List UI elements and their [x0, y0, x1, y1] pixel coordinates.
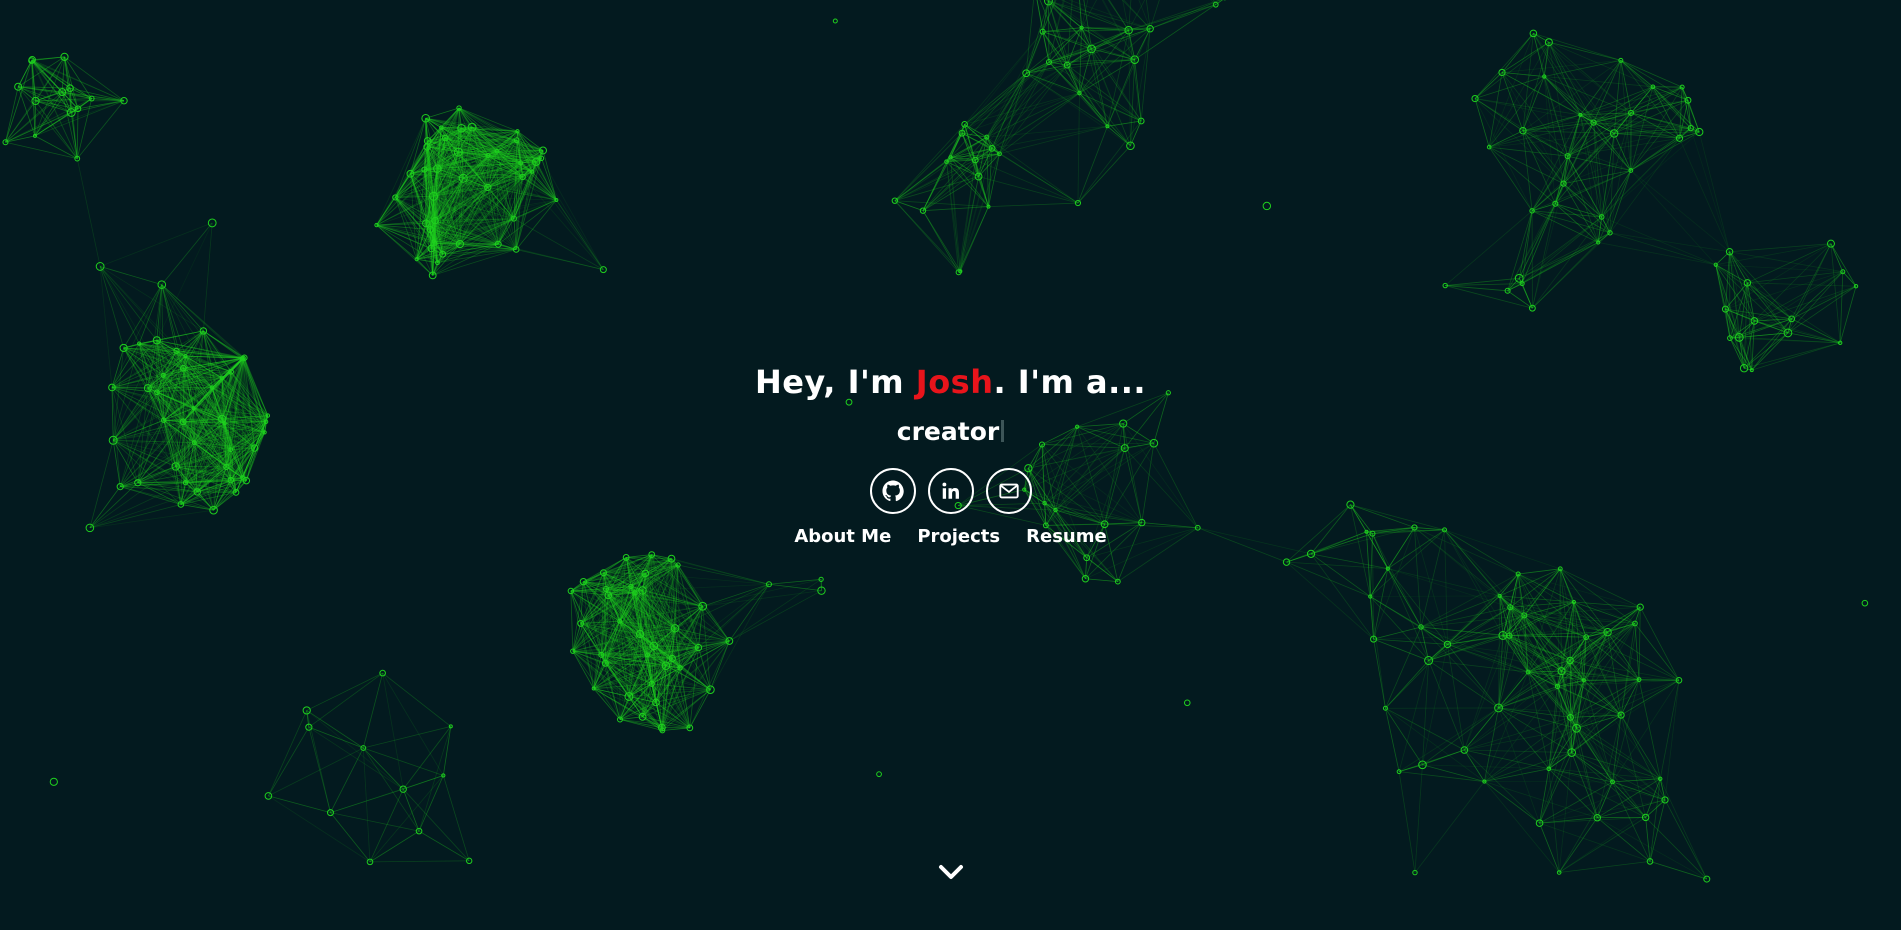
typed-role: creator [0, 412, 1901, 452]
nav-resume[interactable]: Resume [1026, 526, 1107, 547]
github-button[interactable] [869, 468, 916, 514]
social-links [0, 468, 1901, 514]
hero-nav: About Me Projects Resume [0, 526, 1901, 547]
email-button[interactable] [985, 468, 1032, 514]
nav-projects[interactable]: Projects [917, 526, 1000, 547]
linkedin-icon [941, 482, 959, 499]
greeting-text: Hey, I'm [754, 363, 916, 401]
mail-icon [998, 483, 1019, 499]
hero-section: Hey, I'm Josh. I'm a... creator About Me… [0, 0, 1901, 930]
hero-content: Hey, I'm Josh. I'm a... creator About Me… [0, 358, 1901, 547]
name-highlight: Josh [915, 363, 994, 401]
linkedin-button[interactable] [927, 468, 974, 514]
page-title: Hey, I'm Josh. I'm a... [0, 358, 1901, 406]
typing-cursor [1001, 420, 1005, 442]
github-icon [881, 480, 904, 502]
greeting-suffix: . I'm a... [993, 363, 1147, 401]
nav-about-me[interactable]: About Me [794, 526, 891, 547]
chevron-down-icon[interactable] [938, 862, 964, 884]
role-text: creator [896, 417, 1000, 446]
